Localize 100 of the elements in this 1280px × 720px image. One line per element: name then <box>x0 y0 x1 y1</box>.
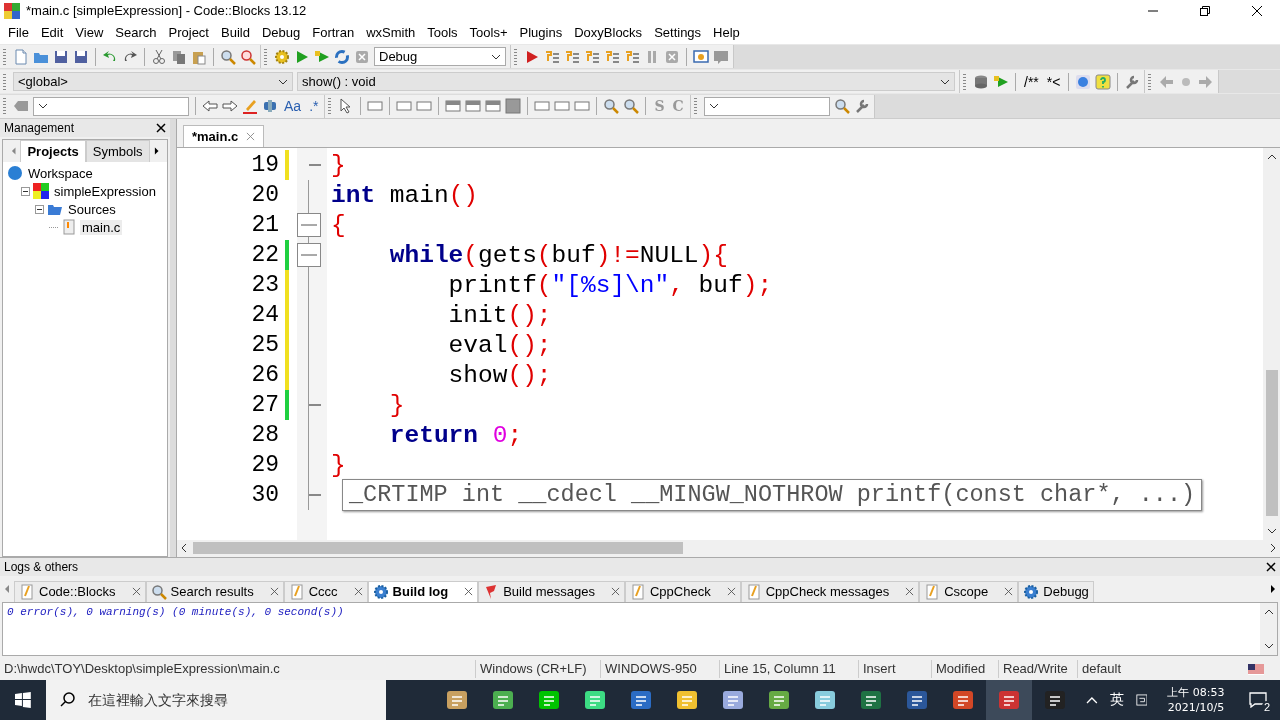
menu-item[interactable]: wxSmith <box>360 25 422 41</box>
arrow-left-icon[interactable] <box>202 98 218 115</box>
build-run-icon[interactable] <box>314 48 330 65</box>
panel-tab[interactable]: Symbols <box>85 140 150 163</box>
log-tab[interactable]: Search results <box>145 580 284 602</box>
close-icon[interactable] <box>1266 561 1276 572</box>
zoom-in-icon[interactable] <box>603 98 620 115</box>
scope-dropdown[interactable]: <global> <box>13 72 293 92</box>
play-icon[interactable] <box>993 73 1009 90</box>
zoom-out-icon[interactable] <box>623 98 640 115</box>
log-tab[interactable]: Cscope <box>919 580 1019 602</box>
tab-label[interactable]: Cscope <box>944 584 989 600</box>
help-icon[interactable] <box>1095 73 1112 90</box>
speech-bubble-icon[interactable] <box>713 48 729 65</box>
collapse-icon[interactable] <box>21 186 30 196</box>
step-icon[interactable] <box>544 48 560 65</box>
stop-icon[interactable] <box>354 48 370 65</box>
tab-label[interactable]: CppCheck <box>649 584 711 600</box>
tab-label[interactable]: Debugg <box>1043 584 1089 600</box>
floppy-disks-icon[interactable] <box>73 48 89 65</box>
scroll-right-icon[interactable] <box>1270 583 1276 594</box>
input-method-indicator[interactable]: 英 <box>1105 691 1128 709</box>
panel-icon[interactable] <box>505 98 522 115</box>
window-icon[interactable] <box>693 48 709 65</box>
toolbar-glyph[interactable]: .* <box>307 98 321 115</box>
function-dropdown[interactable]: show() : void <box>297 72 955 92</box>
step-icon[interactable] <box>564 48 580 65</box>
scissors-icon[interactable] <box>151 48 167 65</box>
editor-tab[interactable]: *main.c <box>183 125 265 148</box>
tree-item[interactable]: Sources <box>66 201 118 217</box>
refresh-icon[interactable] <box>334 48 350 65</box>
collapse-icon[interactable] <box>35 204 44 214</box>
menu-item[interactable]: Debug <box>255 25 307 41</box>
clock-time[interactable]: 上午 08:53 <box>1167 685 1225 700</box>
scroll-left-icon[interactable] <box>181 543 187 554</box>
panel-icon[interactable] <box>485 98 502 115</box>
tab-label[interactable]: Search results <box>170 584 254 600</box>
tab-label[interactable]: Code::Blocks <box>39 584 116 600</box>
fold-marker-icon[interactable] <box>297 213 321 238</box>
menu-item[interactable]: Tools+ <box>463 25 514 41</box>
step-icon[interactable] <box>624 48 640 65</box>
search-input[interactable]: 在這裡輸入文字來搜尋 <box>87 692 386 708</box>
menu-item[interactable]: Plugins <box>513 25 569 41</box>
search-icon[interactable] <box>833 98 850 115</box>
search-icon[interactable] <box>220 48 236 65</box>
doxy-button[interactable]: *< <box>1044 73 1063 90</box>
build-target-dropdown[interactable]: Debug <box>374 47 506 67</box>
clock-date[interactable]: 2021/10/5 <box>1167 700 1225 715</box>
scroll-up-icon[interactable] <box>1263 608 1274 615</box>
menu-item[interactable]: View <box>69 25 110 41</box>
menu-item[interactable]: Help <box>707 25 746 41</box>
tab-label[interactable]: Build log <box>392 584 449 600</box>
replace-icon[interactable] <box>240 48 256 65</box>
tab-label[interactable]: Build messages <box>503 584 595 600</box>
scroll-right-icon[interactable] <box>153 146 159 157</box>
scroll-right-icon[interactable] <box>1270 543 1276 554</box>
step-icon[interactable] <box>604 48 620 65</box>
pencil-icon[interactable] <box>242 98 258 115</box>
scrollbar-thumb[interactable] <box>1265 369 1278 516</box>
scroll-down-icon[interactable] <box>1263 643 1274 650</box>
play-icon[interactable] <box>524 48 540 65</box>
panel-icon[interactable] <box>445 98 462 115</box>
fold-marker-icon[interactable] <box>297 243 321 268</box>
panel-tab[interactable]: Projects <box>20 140 86 163</box>
scroll-up-icon[interactable] <box>1266 154 1277 161</box>
menu-item[interactable]: File <box>2 25 35 41</box>
database-icon[interactable] <box>973 73 989 90</box>
tab-label[interactable]: Cccc <box>308 584 338 600</box>
log-tab[interactable]: CppCheck messages <box>740 580 920 602</box>
tab-label[interactable]: CppCheck messages <box>765 584 890 600</box>
log-tab[interactable]: CppCheck <box>624 580 741 602</box>
menu-item[interactable]: Search <box>109 25 163 41</box>
log-tab[interactable]: Build messages <box>478 580 625 602</box>
menu-item[interactable]: Build <box>215 25 256 41</box>
tree-item[interactable]: main.c <box>80 219 123 235</box>
doxy-button[interactable]: /** <box>1022 73 1041 90</box>
wrench-icon[interactable] <box>1124 73 1141 90</box>
close-icon[interactable] <box>156 123 166 134</box>
scrollbar-thumb[interactable] <box>193 542 683 555</box>
log-tab[interactable]: Cccc <box>283 580 368 602</box>
menu-item[interactable]: Settings <box>648 25 708 41</box>
copy-icon[interactable] <box>171 48 187 65</box>
taskbar-search-box[interactable]: 在這裡輸入文字來搜尋 <box>45 680 386 720</box>
panel-icon[interactable] <box>465 98 482 115</box>
gear-icon[interactable] <box>274 48 290 65</box>
menu-item[interactable]: DoxyBlocks <box>568 25 649 41</box>
log-tab[interactable]: Build log <box>367 580 479 602</box>
log-tab[interactable]: Code::Blocks <box>14 580 146 602</box>
arrow-right-icon[interactable] <box>222 98 238 115</box>
play-icon[interactable] <box>294 48 310 65</box>
tree-item[interactable]: Workspace <box>26 165 95 181</box>
menu-item[interactable]: Tools <box>421 25 464 41</box>
globe-icon[interactable] <box>1075 73 1092 90</box>
toolbox-icon[interactable] <box>262 98 278 115</box>
tree-item[interactable]: simpleExpression <box>52 183 158 199</box>
step-icon[interactable] <box>584 48 600 65</box>
log-tab[interactable]: Debugg <box>1018 580 1094 602</box>
stop-icon[interactable] <box>664 48 680 65</box>
menu-item[interactable]: Project <box>162 25 215 41</box>
toolbar-glyph[interactable]: Aa <box>282 98 304 115</box>
